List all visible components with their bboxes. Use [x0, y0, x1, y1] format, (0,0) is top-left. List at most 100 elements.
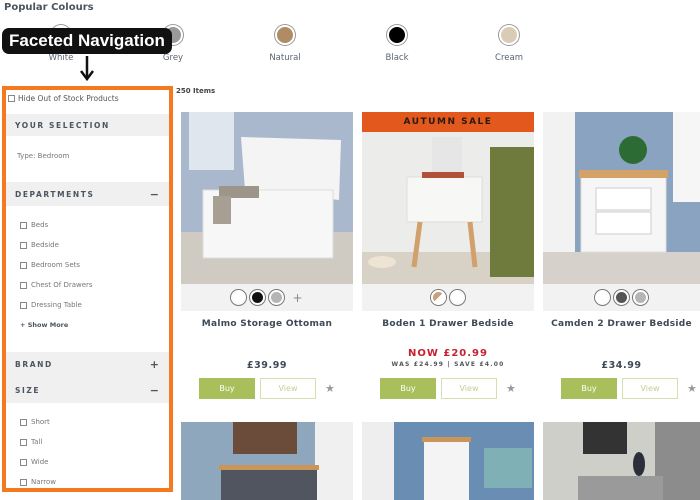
- grey-swatch-icon[interactable]: [633, 290, 648, 305]
- camden-bedside-image: [543, 112, 700, 284]
- colour-label: Natural: [269, 53, 301, 63]
- size-option-short[interactable]: Short: [20, 418, 50, 426]
- checkbox[interactable]: [20, 221, 27, 229]
- brand-header[interactable]: BRAND +: [6, 352, 169, 377]
- checkbox[interactable]: [8, 95, 15, 102]
- department-option-chest-of-drawers[interactable]: Chest Of Drawers: [20, 281, 93, 289]
- product-price: £34.99: [601, 360, 642, 371]
- size-option-tall[interactable]: Tall: [20, 438, 42, 446]
- wardrobe-image: [362, 422, 534, 500]
- view-button[interactable]: View: [260, 378, 316, 399]
- option-label: Bedroom Sets: [31, 261, 81, 269]
- oak-white-swatch-icon[interactable]: [431, 290, 446, 305]
- faceted-navigation-sidebar: Hide Out of Stock Products YOUR SELECTIO…: [2, 86, 173, 492]
- colour-options: +: [181, 284, 353, 311]
- collapse-icon[interactable]: −: [150, 384, 159, 397]
- facet-title: SIZE: [15, 385, 41, 395]
- colour-filter-black[interactable]: Black: [367, 25, 427, 63]
- product-name[interactable]: Malmo Storage Ottoman: [181, 319, 353, 329]
- checkbox[interactable]: [20, 438, 27, 446]
- expand-icon[interactable]: +: [150, 358, 159, 371]
- buy-button[interactable]: Buy: [380, 378, 436, 399]
- size-option-narrow[interactable]: Narrow: [20, 478, 56, 486]
- storage-ottoman-image: [181, 112, 353, 284]
- star-icon[interactable]: ★: [687, 382, 697, 395]
- colour-label: Grey: [162, 53, 184, 63]
- checkbox[interactable]: [20, 241, 27, 249]
- product-card: AUTUMN SALE Boden 1 Drawer Bedside NOW £…: [362, 112, 534, 399]
- size-option-wide[interactable]: Wide: [20, 458, 48, 466]
- hide-out-of-stock-toggle[interactable]: Hide Out of Stock Products: [8, 94, 119, 103]
- option-label: Dressing Table: [31, 301, 82, 309]
- colour-options: [543, 284, 700, 311]
- departments-header[interactable]: DEPARTMENTS −: [6, 182, 169, 206]
- sale-banner: AUTUMN SALE: [362, 112, 534, 132]
- was-price-savings: WAS £24.99 | SAVE £4.00: [391, 361, 505, 368]
- buy-button[interactable]: Buy: [199, 378, 255, 399]
- facet-title: DEPARTMENTS: [15, 189, 95, 199]
- product-card: Camden 2 Drawer Bedside £34.99 Buy View …: [543, 112, 700, 399]
- grey-swatch-icon[interactable]: [269, 290, 285, 305]
- dark-grey-swatch-icon[interactable]: [614, 290, 629, 305]
- colour-label: Cream: [495, 53, 523, 63]
- checkbox[interactable]: [20, 261, 27, 269]
- buy-button[interactable]: Buy: [561, 378, 617, 399]
- colour-filter-natural[interactable]: Natural: [255, 25, 315, 63]
- option-label: Short: [31, 418, 50, 426]
- checkbox[interactable]: [20, 458, 27, 466]
- white-swatch-icon[interactable]: [595, 290, 610, 305]
- option-label: Wide: [31, 458, 49, 466]
- hide-out-of-stock-label: Hide Out of Stock Products: [18, 94, 119, 103]
- natural-swatch-icon: [275, 25, 295, 45]
- product-image[interactable]: [543, 422, 700, 500]
- white-swatch-icon[interactable]: [231, 290, 247, 305]
- star-icon[interactable]: ★: [325, 382, 335, 395]
- checkbox[interactable]: [20, 418, 27, 426]
- view-button[interactable]: View: [441, 378, 497, 399]
- white-swatch-icon[interactable]: [450, 290, 465, 305]
- faceted-navigation-callout: Faceted Navigation: [2, 28, 172, 54]
- chest-of-drawers-image: [181, 422, 353, 500]
- cream-swatch-icon: [499, 25, 519, 45]
- your-selection-header: YOUR SELECTION: [6, 114, 169, 136]
- black-swatch-icon: [387, 25, 407, 45]
- arrow-down-icon: [80, 56, 94, 82]
- colour-label: Black: [385, 53, 409, 63]
- department-option-bedside[interactable]: Bedside: [20, 241, 59, 249]
- checkbox[interactable]: [20, 478, 27, 486]
- collapse-icon[interactable]: −: [150, 188, 159, 201]
- facet-title: YOUR SELECTION: [15, 120, 110, 130]
- option-label: Tall: [31, 438, 43, 446]
- star-icon[interactable]: ★: [506, 382, 516, 395]
- product-image[interactable]: [181, 112, 353, 284]
- colour-filter-cream[interactable]: Cream: [479, 25, 539, 63]
- option-label: Chest Of Drawers: [31, 281, 93, 289]
- product-image[interactable]: [362, 422, 534, 500]
- department-option-bedroom-sets[interactable]: Bedroom Sets: [20, 261, 80, 269]
- product-image[interactable]: [543, 112, 700, 284]
- product-image[interactable]: AUTUMN SALE: [362, 112, 534, 284]
- option-label: Beds: [31, 221, 49, 229]
- product-card: + Malmo Storage Ottoman £39.99 Buy View …: [181, 112, 353, 399]
- bedside-table-image: [362, 112, 534, 284]
- sale-price: NOW £20.99: [408, 348, 488, 359]
- items-count: 250 Items: [176, 87, 216, 95]
- option-label: Narrow: [31, 478, 57, 486]
- size-header[interactable]: SIZE −: [6, 377, 169, 403]
- show-more-link[interactable]: + Show More: [20, 321, 68, 329]
- option-label: Bedside: [31, 241, 59, 249]
- department-option-dressing-table[interactable]: Dressing Table: [20, 301, 82, 309]
- facet-title: BRAND: [15, 360, 53, 369]
- product-name[interactable]: Boden 1 Drawer Bedside: [362, 319, 534, 329]
- colour-options: [362, 284, 534, 311]
- black-swatch-icon[interactable]: [250, 290, 266, 305]
- checkbox[interactable]: [20, 301, 27, 309]
- department-option-beds[interactable]: Beds: [20, 221, 48, 229]
- more-colours-icon[interactable]: +: [292, 291, 302, 305]
- view-button[interactable]: View: [622, 378, 678, 399]
- product-name[interactable]: Camden 2 Drawer Bedside: [543, 319, 700, 329]
- checkbox[interactable]: [20, 281, 27, 289]
- product-image[interactable]: [181, 422, 353, 500]
- selected-filter[interactable]: Type: Bedroom: [17, 152, 69, 160]
- grey-drawers-image: [543, 422, 700, 500]
